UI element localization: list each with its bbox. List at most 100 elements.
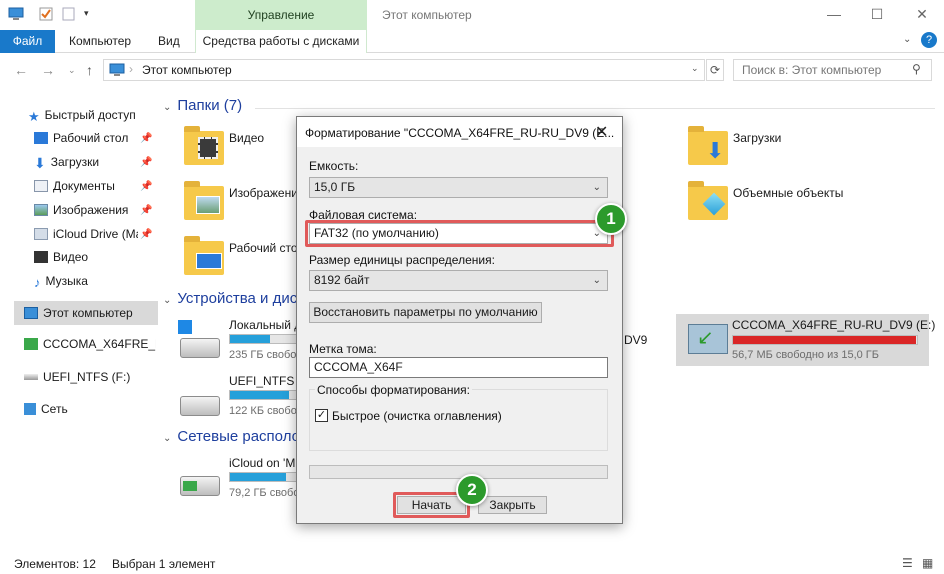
- sidebar-item-label: Быстрый доступ: [44, 108, 136, 122]
- search-placeholder: Поиск в: Этот компьютер: [742, 63, 882, 77]
- local-disk-icon[interactable]: [180, 338, 220, 358]
- sidebar-item-label: Рабочий стол: [53, 131, 129, 145]
- refresh-icon[interactable]: ⟳: [706, 59, 724, 81]
- quick-access-toolbar-dropdown-icon[interactable]: ▾: [84, 8, 89, 19]
- sidebar-item-label: Этот компьютер: [43, 306, 133, 320]
- section-divider: [255, 108, 935, 109]
- help-icon[interactable]: ?: [921, 32, 937, 48]
- folder-name[interactable]: Объемные объекты: [733, 186, 843, 200]
- selected-drive-usage-bar: [732, 335, 918, 345]
- forward-arrow-icon[interactable]: →: [41, 62, 55, 78]
- minimize-button[interactable]: —: [819, 4, 849, 24]
- sidebar-item-usb[interactable]: CCCOMA_X64FRE_RU: [24, 333, 156, 355]
- close-dialog-button[interactable]: Закрыть: [478, 496, 547, 514]
- up-arrow-icon[interactable]: ↑: [86, 62, 93, 78]
- window-title: Этот компьютер: [382, 8, 472, 22]
- desktop-icon: [196, 253, 222, 269]
- ribbon-context-group: Управление: [195, 0, 367, 31]
- folders-header-label: Папки (7): [177, 97, 243, 114]
- close-button[interactable]: ✕: [907, 4, 937, 24]
- drive-icon: [24, 374, 38, 380]
- large-icons-view-icon[interactable]: ▦: [922, 556, 933, 570]
- quick-format-checkbox[interactable]: ✓: [315, 409, 328, 422]
- film-icon: [198, 137, 218, 159]
- sidebar-item-music[interactable]: ♪ Музыка: [34, 270, 164, 292]
- tab-computer[interactable]: Компьютер: [59, 30, 141, 53]
- download-icon: ⬇: [34, 155, 46, 171]
- network-header-label: Сетевые располо: [177, 428, 300, 445]
- network-section-header[interactable]: ⌄ Сетевые располо: [163, 428, 300, 445]
- capacity-value: 15,0 ГБ: [314, 180, 356, 194]
- title-bar: [0, 0, 944, 30]
- address-dropdown-icon[interactable]: ⌄: [691, 63, 699, 74]
- start-button[interactable]: Начать: [397, 496, 466, 514]
- drive-usage-bar: [229, 472, 297, 482]
- filesystem-select[interactable]: FAT32 (по умолчанию) ⌄: [309, 223, 608, 244]
- folder-name[interactable]: Видео: [229, 131, 264, 145]
- volume-label-input[interactable]: CCCOMA_X64F: [309, 357, 608, 378]
- breadcrumb[interactable]: Этот компьютер: [142, 63, 232, 77]
- tab-view[interactable]: Вид: [148, 30, 190, 53]
- sidebar-item-this-pc[interactable]: Этот компьютер: [24, 302, 154, 324]
- dialog-close-button[interactable]: ✕: [595, 122, 608, 142]
- recent-locations-icon[interactable]: ⌄: [68, 65, 76, 76]
- sidebar-item-label: Музыка: [45, 274, 88, 288]
- drive-name[interactable]: iCloud on 'M: [229, 456, 295, 470]
- pin-icon[interactable]: 📌: [140, 181, 152, 192]
- back-arrow-icon[interactable]: ←: [14, 62, 28, 78]
- pictures-folder-icon[interactable]: [184, 181, 224, 220]
- uefi-drive-icon[interactable]: [180, 396, 220, 416]
- sidebar-item-uefi[interactable]: UEFI_NTFS (F:): [24, 366, 154, 388]
- sidebar-item-label: UEFI_NTFS (F:): [43, 370, 131, 384]
- quick-format-label[interactable]: Быстрое (очистка оглавления): [332, 409, 502, 423]
- sidebar-item-network[interactable]: Сеть: [24, 398, 154, 420]
- partial-drive-name: DV9: [624, 333, 648, 347]
- selected-drive-tile[interactable]: ↙ CCCOMA_X64FRE_RU-RU_DV9 (E:) 56,7 МБ с…: [676, 314, 935, 366]
- downloads-folder-icon[interactable]: ⬇: [688, 126, 728, 165]
- desktop-folder-icon[interactable]: [184, 236, 224, 275]
- folders-section-header[interactable]: ⌄ Папки (7): [163, 97, 242, 114]
- folder-name[interactable]: Рабочий сто: [229, 241, 298, 255]
- restore-defaults-button[interactable]: Восстановить параметры по умолчанию: [309, 302, 542, 323]
- properties-icon[interactable]: [38, 6, 54, 22]
- ribbon-expand-icon[interactable]: ⌄: [903, 34, 911, 45]
- folder-name[interactable]: Изображени: [229, 186, 298, 200]
- new-folder-icon[interactable]: [61, 6, 77, 22]
- network-drive-icon[interactable]: [180, 476, 220, 496]
- chevron-down-icon: ⌄: [592, 275, 601, 286]
- drive-name[interactable]: Локальный д: [229, 318, 301, 332]
- capacity-label: Емкость:: [309, 159, 359, 173]
- cluster-size-value: 8192 байт: [314, 273, 370, 287]
- sidebar-item-quick-access[interactable]: ★ Быстрый доступ: [28, 104, 158, 126]
- icloud-icon: [34, 228, 48, 240]
- maximize-button[interactable]: ☐: [862, 4, 892, 24]
- usb-drive-icon: ↙: [688, 324, 728, 354]
- tab-disk-tools[interactable]: Средства работы с дисками: [195, 30, 367, 53]
- computer-icon: [109, 63, 125, 80]
- sidebar-item-label: Сеть: [41, 402, 68, 416]
- address-bar[interactable]: › Этот компьютер ⌄: [103, 59, 705, 81]
- pin-icon[interactable]: 📌: [140, 229, 152, 240]
- cluster-size-select[interactable]: 8192 байт ⌄: [309, 270, 608, 291]
- details-view-icon[interactable]: ☰: [902, 556, 913, 570]
- network-icon: [24, 403, 36, 415]
- folder-name[interactable]: Загрузки: [733, 131, 781, 145]
- drive-free-space: 79,2 ГБ свобо: [229, 487, 300, 499]
- capacity-select[interactable]: 15,0 ГБ ⌄: [309, 177, 608, 198]
- devices-section-header[interactable]: ⌄ Устройства и дис: [163, 290, 297, 307]
- pin-icon[interactable]: 📌: [140, 205, 152, 216]
- drive-free-space: 235 ГБ свобод: [229, 349, 303, 361]
- install-arrow-icon: ↙: [697, 327, 714, 349]
- breadcrumb-separator-icon: ›: [129, 62, 133, 76]
- video-folder-icon[interactable]: [184, 126, 224, 165]
- sidebar-item-video[interactable]: Видео: [34, 246, 164, 268]
- sidebar-item-icloud[interactable]: iCloud Drive (Ma: [34, 223, 138, 245]
- format-dialog: Форматирование "CCCOMA_X64FRE_RU-RU_DV9 …: [296, 116, 623, 524]
- 3d-objects-folder-icon[interactable]: [688, 181, 728, 220]
- pin-icon[interactable]: 📌: [140, 133, 152, 144]
- search-input[interactable]: Поиск в: Этот компьютер ⚲: [733, 59, 932, 81]
- drive-usage-bar: [229, 334, 297, 344]
- pin-icon[interactable]: 📌: [140, 157, 152, 168]
- tab-file[interactable]: Файл: [0, 30, 55, 53]
- selected-drive-free-space: 56,7 МБ свободно из 15,0 ГБ: [732, 349, 879, 361]
